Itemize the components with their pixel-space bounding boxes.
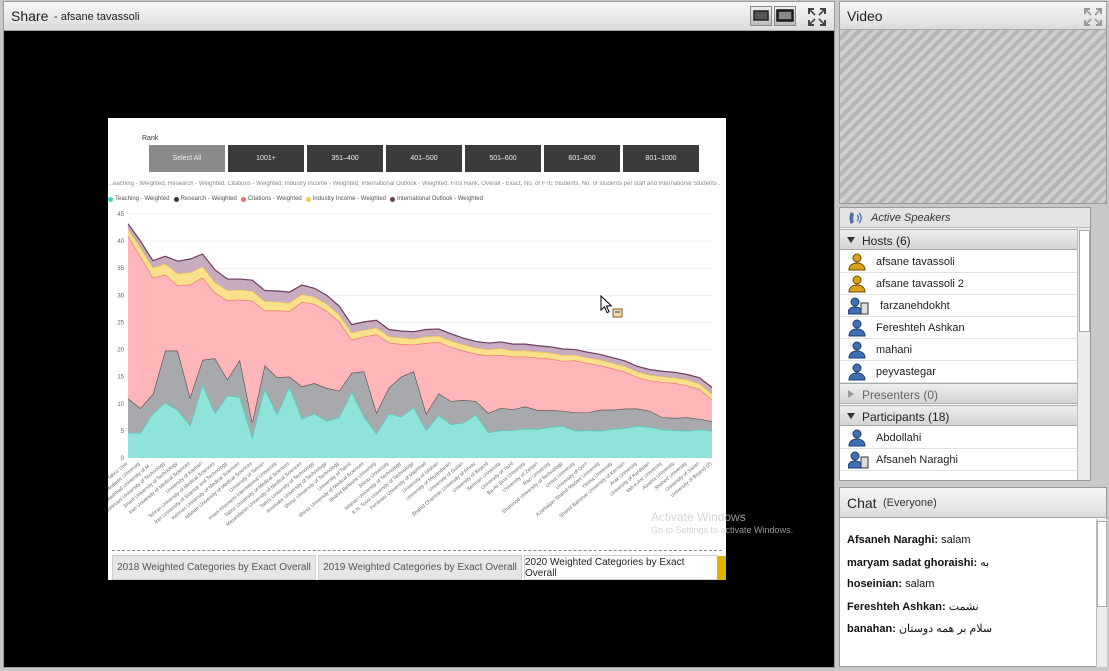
chat-header: Chat (Everyone) [840, 488, 1106, 518]
video-fullscreen-icon[interactable] [1084, 8, 1102, 26]
user-icon [848, 429, 866, 447]
chat-message: maryam sadat ghoraishi: به [847, 557, 990, 569]
attendee-row[interactable]: Abdollahi [840, 427, 1077, 449]
attendee-pod: Active Speakers Hosts (6) afsane tavasso… [839, 207, 1091, 481]
y-tick-label: 30 [117, 293, 124, 299]
fullscreen-icon[interactable] [808, 8, 826, 26]
user-mobile-icon [848, 451, 869, 469]
slicer-401-500[interactable]: 401–500 [386, 145, 462, 172]
y-tick-label: 35 [117, 266, 124, 272]
share-header: Share - afsane tavassoli [4, 2, 834, 31]
expand-triangle-icon [848, 390, 854, 398]
y-tick-label: 5 [121, 429, 125, 435]
legend-item-teaching: Teaching - Weighted [108, 196, 170, 202]
tab-2019[interactable]: 2019 Weighted Categories by Exact Overal… [318, 555, 522, 580]
speaker-phone-icon [849, 212, 862, 224]
mouse-cursor-icon [600, 295, 623, 318]
attendee-name: Abdollahi [876, 432, 922, 444]
activate-windows-subtext: Go to Settings to activate Windows. [651, 525, 794, 535]
chat-message: hoseinian: salam [847, 578, 935, 590]
legend-item-research: Research - Weighted [173, 196, 237, 202]
stacked-area-chart: 051015202530354045Tabriz UnivTarbiat Mod… [108, 212, 714, 528]
tab-2020[interactable]: 2020 Weighted Categories by Exact Overal… [524, 555, 718, 580]
slicer-801-1000[interactable]: 801–1000 [623, 145, 699, 172]
share-presenter-name: - afsane tavassoli [54, 11, 140, 23]
y-tick-label: 25 [117, 320, 124, 326]
attendee-name: farzanehdokht [880, 300, 950, 312]
legend-item-citations: Citations - Weighted [240, 196, 302, 202]
y-tick-label: 40 [117, 239, 124, 245]
chart-filter-summary: ...eaching - Weighted, Research - Weight… [108, 181, 720, 187]
rank-slicer-label: Rank [142, 135, 159, 142]
share-pod: Share - afsane tavassoli Rank Select All… [3, 1, 835, 668]
chat-pod: Chat (Everyone) Afsaneh Naraghi: salam m… [839, 487, 1107, 667]
video-header: Video [840, 2, 1106, 30]
active-speakers-label: Active Speakers [871, 212, 951, 224]
attendee-name: Fereshteh Ashkan [876, 322, 965, 334]
attendee-scrollbar[interactable] [1077, 228, 1090, 480]
tab-2018[interactable]: 2018 Weighted Categories by Exact Overal… [112, 555, 316, 580]
chat-message: Fereshteh Ashkan: نشمت [847, 601, 979, 613]
user-icon [848, 341, 866, 359]
tabs-divider [112, 550, 722, 551]
attendee-name: Afsaneh Naraghi [876, 454, 958, 466]
chat-title: Chat [847, 495, 877, 511]
host-user-icon [848, 275, 866, 293]
user-icon [848, 363, 866, 381]
chart-legend: Teaching - Weighted Research - Weighted … [108, 196, 483, 202]
legend-item-industry: Industry Income - Weighted [305, 196, 386, 202]
attendee-row[interactable]: Fereshteh Ashkan [840, 317, 1077, 339]
legend-item-international: International Outlook - Weighted [390, 196, 483, 202]
fit-to-width-button[interactable] [750, 6, 772, 26]
share-title: Share [11, 8, 49, 24]
monitor-full-icon [776, 9, 794, 22]
y-tick-label: 20 [117, 348, 124, 354]
y-tick-label: 15 [117, 375, 124, 381]
slicer-1001-plus[interactable]: 1001+ [228, 145, 304, 172]
participants-section-label: Participants (18) [862, 410, 950, 424]
hosts-section-header[interactable]: Hosts (6) [840, 229, 1077, 250]
slicer-select-all[interactable]: Select All [149, 145, 225, 172]
chat-scroll-thumb[interactable] [1097, 521, 1107, 607]
attendee-name: afsane tavassoli [876, 256, 955, 268]
hosts-section-label: Hosts (6) [862, 234, 911, 248]
shared-report: Rank Select All 1001+ 351–400 401–500 50… [108, 118, 726, 580]
video-pod: Video [839, 1, 1107, 204]
attendee-row[interactable]: mahani [840, 339, 1077, 361]
collapse-triangle-icon [847, 413, 855, 419]
tab-scroll-accent[interactable] [717, 556, 726, 580]
monitor-icon [753, 10, 769, 21]
full-view-button[interactable] [774, 6, 796, 26]
attendee-row[interactable]: afsane tavassoli [840, 251, 1077, 273]
chat-scope[interactable]: (Everyone) [883, 497, 937, 509]
attendee-row[interactable]: afsane tavassoli 2 [840, 273, 1077, 295]
attendee-name: peyvastegar [876, 366, 936, 378]
attendee-row[interactable]: peyvastegar [840, 361, 1077, 383]
attendee-name: afsane tavassoli 2 [876, 278, 965, 290]
host-user-icon [848, 253, 866, 271]
attendee-row[interactable]: Afsaneh Naraghi [840, 449, 1077, 471]
user-icon [848, 319, 866, 337]
attendee-name: mahani [876, 344, 913, 356]
slicer-351-400[interactable]: 351–400 [307, 145, 383, 172]
slicer-501-600[interactable]: 501–600 [465, 145, 541, 172]
collapse-triangle-icon [847, 237, 855, 243]
slicer-601-800[interactable]: 601–800 [544, 145, 620, 172]
presenters-section-label: Presenters (0) [862, 388, 939, 402]
chat-message: Afsaneh Naraghi: salam [847, 534, 971, 546]
attendee-scroll-thumb[interactable] [1079, 230, 1090, 332]
video-title: Video [847, 8, 883, 24]
chat-scrollbar[interactable] [1096, 519, 1107, 667]
y-tick-label: 10 [117, 402, 124, 408]
attendee-row[interactable]: farzanehdokht [840, 295, 1077, 317]
user-mobile-icon [848, 297, 869, 315]
chat-message: banahan: سلام بر همه دوستان [847, 623, 993, 635]
y-tick-label: 45 [117, 212, 124, 218]
active-speakers-bar: Active Speakers [840, 208, 1090, 228]
presenters-section-header[interactable]: Presenters (0) [840, 383, 1077, 404]
activate-windows-watermark: Activate Windows [651, 510, 746, 524]
participants-section-header[interactable]: Participants (18) [840, 405, 1077, 426]
